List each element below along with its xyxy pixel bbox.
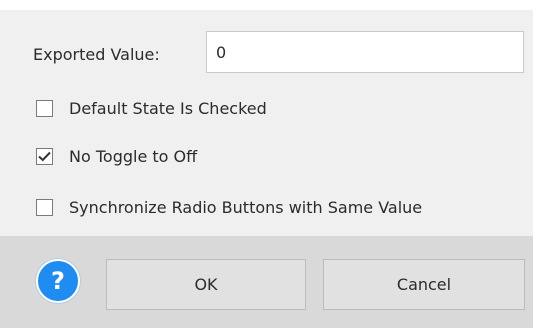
no-toggle-to-off-checkbox[interactable] xyxy=(36,147,53,165)
cancel-button[interactable]: Cancel xyxy=(323,259,525,310)
help-icon[interactable]: ? xyxy=(36,259,80,303)
ok-button[interactable]: OK xyxy=(106,259,306,310)
synchronize-radio-buttons-label: Synchronize Radio Buttons with Same Valu… xyxy=(69,197,423,217)
default-state-checkbox-row[interactable]: Default State Is Checked xyxy=(36,97,267,119)
default-state-label: Default State Is Checked xyxy=(69,98,267,118)
top-edge xyxy=(0,0,535,10)
synchronize-radio-buttons-checkbox-row[interactable]: Synchronize Radio Buttons with Same Valu… xyxy=(36,196,422,218)
exported-value-input[interactable] xyxy=(206,31,524,73)
checkmark-icon xyxy=(38,151,51,161)
no-toggle-to-off-checkbox-row[interactable]: No Toggle to Off xyxy=(36,145,197,167)
default-state-checkbox[interactable] xyxy=(36,99,53,117)
radio-button-properties-dialog: Exported Value: Default State Is Checked… xyxy=(0,0,535,328)
no-toggle-to-off-label: No Toggle to Off xyxy=(69,146,198,166)
synchronize-radio-buttons-checkbox[interactable] xyxy=(36,198,53,216)
exported-value-label: Exported Value: xyxy=(33,45,160,64)
